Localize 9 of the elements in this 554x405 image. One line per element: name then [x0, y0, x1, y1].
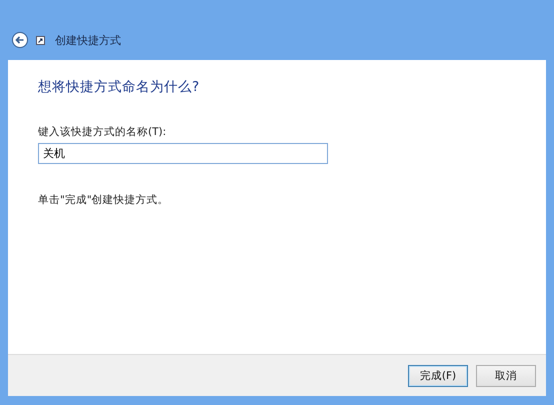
- back-button[interactable]: [12, 32, 28, 48]
- page-heading: 想将快捷方式命名为什么?: [38, 78, 200, 96]
- instruction-text: 单击"完成"创建快捷方式。: [38, 193, 170, 207]
- shortcut-icon: [36, 36, 45, 44]
- field-label: 键入该快捷方式的名称(T):: [38, 125, 168, 139]
- name-field[interactable]: 关机: [38, 143, 328, 164]
- window-title: 创建快捷方式: [55, 32, 121, 48]
- cancel-button[interactable]: 取消: [476, 364, 536, 386]
- finish-button[interactable]: 完成(F): [408, 364, 468, 386]
